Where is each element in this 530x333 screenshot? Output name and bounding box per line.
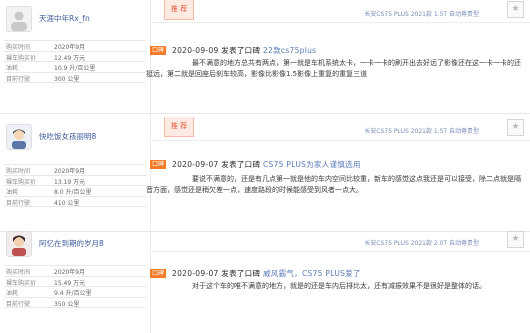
favorite-star-button[interactable]: ★ bbox=[507, 231, 524, 248]
user-panel: 天涯中年Rx_fn 购买时间 2020年9月 裸车购买价 12.49 万元 油耗 10… bbox=[0, 0, 148, 113]
user-panel: 快吃饭女孩丽明8 购买时间 2020年9月 裸车购买价 13.19 万元 油耗 8.0… bbox=[0, 113, 148, 231]
stat-label: 裸车购买价 bbox=[6, 178, 37, 186]
stat-label: 购买时间 bbox=[6, 269, 31, 276]
review-body: 要说不满意的，还是有几点第一就是他的车内空间比较重，新车的感觉这点我还是可以接受… bbox=[146, 175, 521, 194]
review-panel: 推 荐 长安CS75 PLUS 2021款 1.5T 自动尊贵型 ★ 口碑 20… bbox=[146, 113, 530, 231]
review-panel: 长安CS75 PLUS 2021款 2.0T 自动尊贵型 ★ 口碑 2020-0… bbox=[150, 231, 530, 333]
recommend-badge: 推 荐 bbox=[164, 0, 194, 20]
published-label: 发表了口碑 bbox=[221, 269, 261, 278]
stat-value: 2020年9月 bbox=[54, 269, 86, 276]
stat-value: 2020年9月 bbox=[54, 168, 86, 175]
review-subject: CS75 PLUS为家人谨慎选用 bbox=[262, 160, 361, 169]
review-date: 2020-09-09 bbox=[172, 46, 219, 55]
purchase-info: 购买时间 2020年9月 裸车购买价 15.49 万元 油耗 9.4 升/百公里 目前… bbox=[4, 265, 146, 309]
stat-value: 10.9 升/百公里 bbox=[54, 65, 96, 73]
stat-purchase-date: 购买时间 2020年9月 bbox=[4, 41, 146, 52]
stat-label: 裸车购买价 bbox=[6, 279, 37, 287]
purchase-info: 购买时间 2020年9月 裸车购买价 12.49 万元 油耗 10.9 升/百公里 目… bbox=[4, 40, 146, 84]
avatar[interactable] bbox=[6, 6, 32, 32]
header-divider bbox=[150, 251, 530, 252]
star-icon: ★ bbox=[511, 4, 520, 14]
purchase-info: 购买时间 2020年9月 裸车购买价 13.19 万元 油耗 8.0 升/百公里 目前… bbox=[4, 164, 146, 208]
stat-fuel: 油耗 9.4 升/百公里 bbox=[4, 287, 146, 298]
stat-value: 15.49 万元 bbox=[54, 279, 86, 287]
stat-value: 9.4 升/百公里 bbox=[54, 290, 92, 298]
avatar-icon bbox=[11, 11, 27, 31]
stat-label: 油耗 bbox=[6, 65, 19, 73]
user-header: 阿忆在到期的岁月8 bbox=[6, 231, 146, 257]
stat-value: 410 公里 bbox=[54, 199, 80, 207]
stat-label: 购买时间 bbox=[6, 168, 31, 175]
avatar-icon bbox=[7, 232, 31, 256]
review-subject: 22款cs75plus bbox=[262, 46, 317, 55]
stat-label: 目前行驶 bbox=[6, 75, 31, 83]
review-tag: 口碑 bbox=[150, 46, 166, 55]
stat-mileage: 目前行驶 410 公里 bbox=[4, 197, 146, 208]
review-body: 最不满意的地方总共有两点，第一就是车机系统太卡，一卡一卡的刷开出去好远了影像还在… bbox=[146, 59, 521, 78]
stat-mileage: 目前行驶 300 公里 bbox=[4, 73, 146, 84]
stat-purchase-date: 购买时间 2020年9月 bbox=[4, 165, 146, 176]
stat-value: 350 公里 bbox=[54, 300, 80, 308]
vehicle-model-link[interactable]: 长安CS75 PLUS 2021款 1.5T 自动尊贵型 bbox=[364, 126, 479, 135]
review-date: 2020-09-07 bbox=[172, 160, 219, 169]
header-divider bbox=[150, 22, 530, 23]
stat-label: 目前行驶 bbox=[6, 199, 31, 207]
header-divider bbox=[150, 140, 530, 141]
review-card: 阿忆在到期的岁月8 购买时间 2020年9月 裸车购买价 15.49 万元 油耗 9.… bbox=[0, 231, 530, 333]
stat-fuel: 油耗 10.9 升/百公里 bbox=[4, 62, 146, 73]
stat-price: 裸车购买价 13.19 万元 bbox=[4, 176, 146, 187]
username-link[interactable]: 天涯中年Rx_fn bbox=[39, 13, 90, 24]
review-tag: 口碑 bbox=[150, 269, 166, 278]
recommend-badge: 推 荐 bbox=[164, 117, 194, 137]
stat-price: 裸车购买价 12.49 万元 bbox=[4, 52, 146, 63]
avatar[interactable] bbox=[6, 124, 32, 150]
avatar-icon bbox=[7, 125, 31, 149]
review-card: 天涯中年Rx_fn 购买时间 2020年9月 裸车购买价 12.49 万元 油耗 10… bbox=[0, 0, 530, 113]
user-header: 快吃饭女孩丽明8 bbox=[6, 124, 146, 150]
star-icon: ★ bbox=[511, 234, 520, 244]
stat-mileage: 目前行驶 350 公里 bbox=[4, 298, 146, 309]
stat-value: 300 公里 bbox=[54, 75, 80, 83]
review-subject: 威风霸气，CS75 PLUS爱了 bbox=[262, 269, 361, 278]
review-card: 快吃饭女孩丽明8 购买时间 2020年9月 裸车购买价 13.19 万元 油耗 8.0… bbox=[0, 113, 530, 231]
stat-value: 8.0 升/百公里 bbox=[54, 189, 92, 197]
stat-value: 2020年9月 bbox=[54, 44, 86, 51]
review-title[interactable]: 2020-09-09 发表了口碑 22款cs75plus bbox=[172, 45, 316, 56]
avatar[interactable] bbox=[6, 231, 32, 257]
favorite-star-button[interactable]: ★ bbox=[507, 119, 524, 136]
stat-value: 13.19 万元 bbox=[54, 178, 86, 186]
review-body: 对于这个车的唯不满意的地方，就是的还是车内后排比太，还有减振效果不是很好是整体的… bbox=[192, 282, 486, 290]
stat-label: 油耗 bbox=[6, 189, 19, 197]
review-title[interactable]: 2020-09-07 发表了口碑 威风霸气，CS75 PLUS爱了 bbox=[172, 268, 361, 279]
vehicle-model-link[interactable]: 长安CS75 PLUS 2021款 2.0T 自动尊贵型 bbox=[364, 238, 479, 247]
stat-label: 油耗 bbox=[6, 290, 19, 298]
user-panel: 阿忆在到期的岁月8 购买时间 2020年9月 裸车购买价 15.49 万元 油耗 9.… bbox=[0, 231, 148, 333]
published-label: 发表了口碑 bbox=[221, 160, 261, 169]
stat-label: 裸车购买价 bbox=[6, 54, 37, 62]
review-tag: 口碑 bbox=[150, 160, 166, 169]
star-icon: ★ bbox=[511, 122, 520, 132]
review-panel: 推 荐 长安CS75 PLUS 2021款 1.5T 自动尊贵型 ★ 口碑 20… bbox=[146, 0, 530, 113]
username-link[interactable]: 阿忆在到期的岁月8 bbox=[39, 238, 104, 249]
column-divider bbox=[150, 113, 151, 231]
username-link[interactable]: 快吃饭女孩丽明8 bbox=[39, 131, 96, 142]
stat-price: 裸车购买价 15.49 万元 bbox=[4, 277, 146, 288]
review-title[interactable]: 2020-09-07 发表了口碑 CS75 PLUS为家人谨慎选用 bbox=[172, 159, 361, 170]
stat-label: 目前行驶 bbox=[6, 300, 31, 308]
column-divider bbox=[150, 0, 151, 113]
stat-value: 12.49 万元 bbox=[54, 54, 86, 62]
stat-purchase-date: 购买时间 2020年9月 bbox=[4, 266, 146, 277]
user-header: 天涯中年Rx_fn bbox=[6, 6, 146, 32]
favorite-star-button[interactable]: ★ bbox=[507, 1, 524, 18]
stat-fuel: 油耗 8.0 升/百公里 bbox=[4, 186, 146, 197]
published-label: 发表了口碑 bbox=[221, 46, 261, 55]
stat-label: 购买时间 bbox=[6, 44, 31, 51]
vehicle-model-link[interactable]: 长安CS75 PLUS 2021款 1.5T 自动尊贵型 bbox=[364, 9, 479, 18]
review-date: 2020-09-07 bbox=[172, 269, 219, 278]
